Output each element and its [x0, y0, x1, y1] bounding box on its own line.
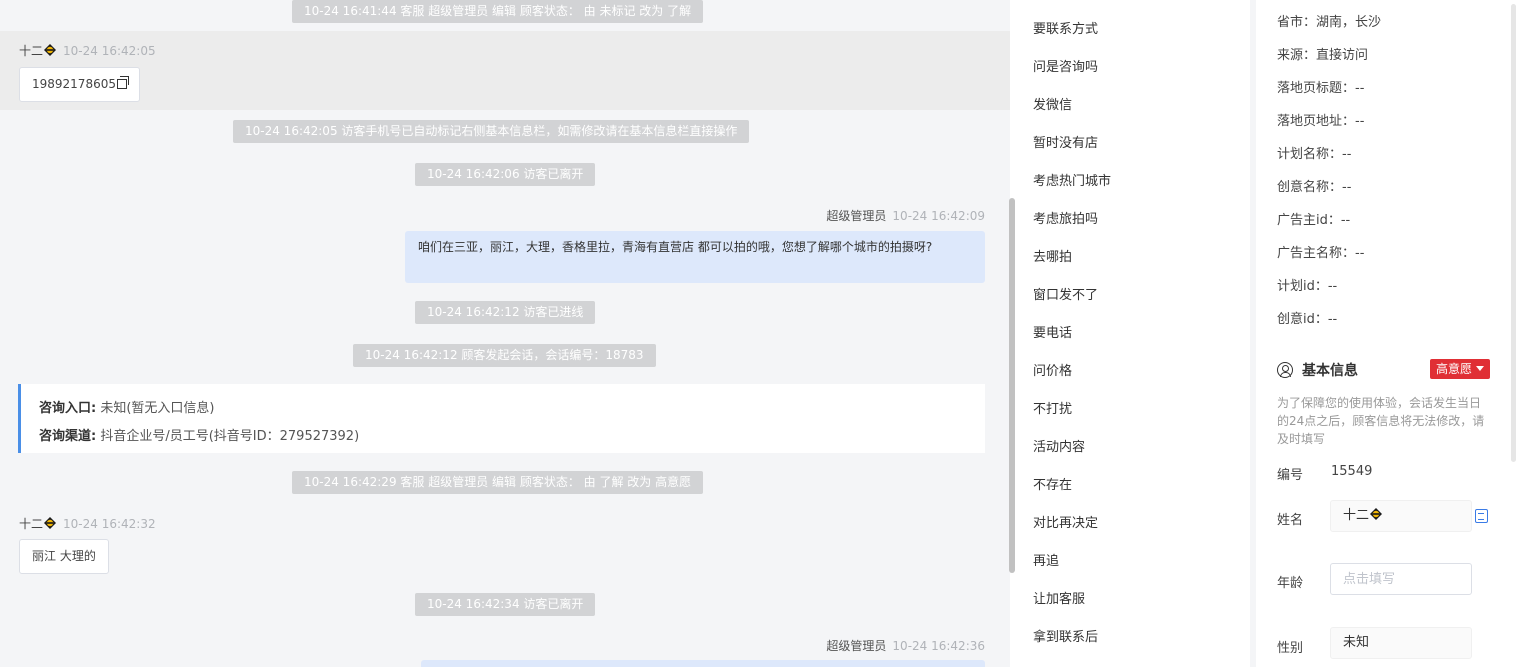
copy-icon[interactable] [1475, 509, 1488, 523]
consult-channel-row: 咨询渠道: 抖音企业号/员工号(抖音号ID：279527392) [39, 429, 360, 444]
bee-emoji-icon [43, 43, 57, 57]
id-label: 编号 [1277, 468, 1304, 483]
panel-scrollbar[interactable] [1511, 4, 1516, 462]
info-field-creative-id: 创意id：-- [1277, 312, 1338, 327]
system-message: 10-24 16:42:05 访客手机号已自动标记右侧基本信息栏，如需修改请在基… [233, 120, 750, 143]
intent-status-dropdown[interactable]: 高意愿 [1430, 359, 1491, 379]
quick-reply-item[interactable]: 去哪拍 [1033, 246, 1072, 265]
quick-reply-list: 要联系方式 问是咨询吗 发微信 暂时没有店 考虑热门城市 考虑旅拍吗 去哪拍 窗… [1017, 0, 1249, 667]
message-time: 10-24 16:42:09 [892, 209, 985, 223]
copy-icon[interactable] [116, 76, 129, 89]
quick-reply-item[interactable]: 拿到联系后 [1033, 626, 1098, 645]
consult-entry-row: 咨询入口: 未知(暂无入口信息) [39, 401, 215, 416]
agent-header: 超级管理员 10-24 16:42:09 [826, 207, 985, 224]
quick-reply-item[interactable]: 暂时没有店 [1033, 132, 1098, 151]
info-field-advertiser-id: 广告主id：-- [1277, 213, 1351, 228]
name-field[interactable]: 十二 [1330, 500, 1472, 532]
info-field-advertiser-name: 广告主名称：-- [1277, 246, 1365, 261]
visitor-message-bubble[interactable]: 丽江 大理的 [19, 539, 109, 574]
chat-panel[interactable]: 10-24 16:41:44 客服 超级管理员 编辑 顾客状态： 由 未标记 改… [0, 0, 1010, 667]
visitor-header: 十二 10-24 16:42:32 [19, 515, 156, 532]
info-field-source: 来源：直接访问 [1277, 48, 1369, 63]
name-label: 姓名 [1277, 513, 1304, 528]
visitor-name: 十二 [19, 44, 44, 58]
system-message: 10-24 16:42:12 顾客发起会话，会话编号：18783 [353, 344, 656, 367]
quick-reply-item[interactable]: 考虑旅拍吗 [1033, 208, 1098, 227]
id-value: 15549 [1331, 464, 1373, 479]
customer-info-panel: 省市：湖南，长沙 来源：直接访问 落地页标题：-- 落地页地址：-- 计划名称：… [1256, 0, 1522, 667]
agent-name: 超级管理员 [826, 639, 887, 653]
age-label: 年龄 [1277, 576, 1304, 591]
quick-reply-item[interactable]: 问价格 [1033, 360, 1072, 379]
info-field-plan-name: 计划名称：-- [1277, 147, 1352, 162]
agent-message-bubble[interactable] [421, 660, 985, 667]
phone-number-text: 19892178605 [32, 77, 116, 91]
quick-reply-item[interactable]: 不存在 [1033, 474, 1072, 493]
agent-header: 超级管理员 10-24 16:42:36 [826, 637, 985, 654]
quick-reply-item[interactable]: 窗口发不了 [1033, 284, 1098, 303]
gender-label: 性别 [1277, 641, 1304, 656]
info-field-landing-title: 落地页标题：-- [1277, 81, 1365, 96]
quick-reply-item[interactable]: 对比再决定 [1033, 512, 1098, 531]
consult-info-card: 咨询入口: 未知(暂无入口信息) 咨询渠道: 抖音企业号/员工号(抖音号ID：2… [18, 384, 985, 453]
quick-reply-item[interactable]: 问是咨询吗 [1033, 56, 1098, 75]
agent-message-bubble[interactable]: 咱们在三亚，丽江，大理，香格里拉，青海有直营店 都可以拍的哦，您想了解哪个城市的… [405, 231, 985, 283]
quick-reply-item[interactable]: 不打扰 [1033, 398, 1072, 417]
info-field-landing-url: 落地页地址：-- [1277, 114, 1365, 129]
message-time: 10-24 16:42:05 [63, 44, 156, 58]
system-message: 10-24 16:41:44 客服 超级管理员 编辑 顾客状态： 由 未标记 改… [292, 0, 704, 23]
system-message: 10-24 16:42:29 客服 超级管理员 编辑 顾客状态： 由 了解 改为… [292, 471, 704, 494]
system-message: 10-24 16:42:12 访客已进线 [415, 301, 596, 324]
quick-reply-item[interactable]: 发微信 [1033, 94, 1072, 113]
gender-select[interactable]: 未知 [1330, 627, 1472, 659]
visitor-message-bubble[interactable]: 19892178605 [19, 67, 140, 102]
info-field-province: 省市：湖南，长沙 [1277, 15, 1382, 30]
info-field-creative-name: 创意名称：-- [1277, 180, 1352, 195]
edit-notice: 为了保障您的使用体验，会话发生当日的24点之后，顾客信息将无法修改，请及时填写 [1277, 396, 1485, 446]
user-circle-icon [1277, 362, 1293, 378]
message-time: 10-24 16:42:36 [892, 639, 985, 653]
message-time: 10-24 16:42:32 [63, 517, 156, 531]
system-message: 10-24 16:42:06 访客已离开 [415, 163, 596, 186]
quick-reply-item[interactable]: 活动内容 [1033, 436, 1085, 455]
bee-emoji-icon [43, 516, 57, 530]
quick-reply-item[interactable]: 要电话 [1033, 322, 1072, 341]
age-input[interactable] [1330, 563, 1472, 595]
info-field-plan-id: 计划id：-- [1277, 279, 1338, 294]
quick-reply-item[interactable]: 考虑热门城市 [1033, 170, 1111, 189]
quick-reply-item[interactable]: 再追 [1033, 550, 1059, 569]
visitor-header: 十二 10-24 16:42:05 [19, 42, 156, 59]
basic-info-title: 基本信息 [1277, 360, 1358, 380]
chat-scrollbar[interactable] [1009, 198, 1015, 573]
agent-name: 超级管理员 [826, 209, 887, 223]
visitor-name: 十二 [19, 517, 44, 531]
bee-emoji-icon [1369, 507, 1383, 521]
quick-reply-item[interactable]: 要联系方式 [1033, 18, 1098, 37]
quick-reply-item[interactable]: 让加客服 [1033, 588, 1085, 607]
system-message: 10-24 16:42:34 访客已离开 [415, 593, 596, 616]
caret-down-icon [1476, 366, 1485, 371]
